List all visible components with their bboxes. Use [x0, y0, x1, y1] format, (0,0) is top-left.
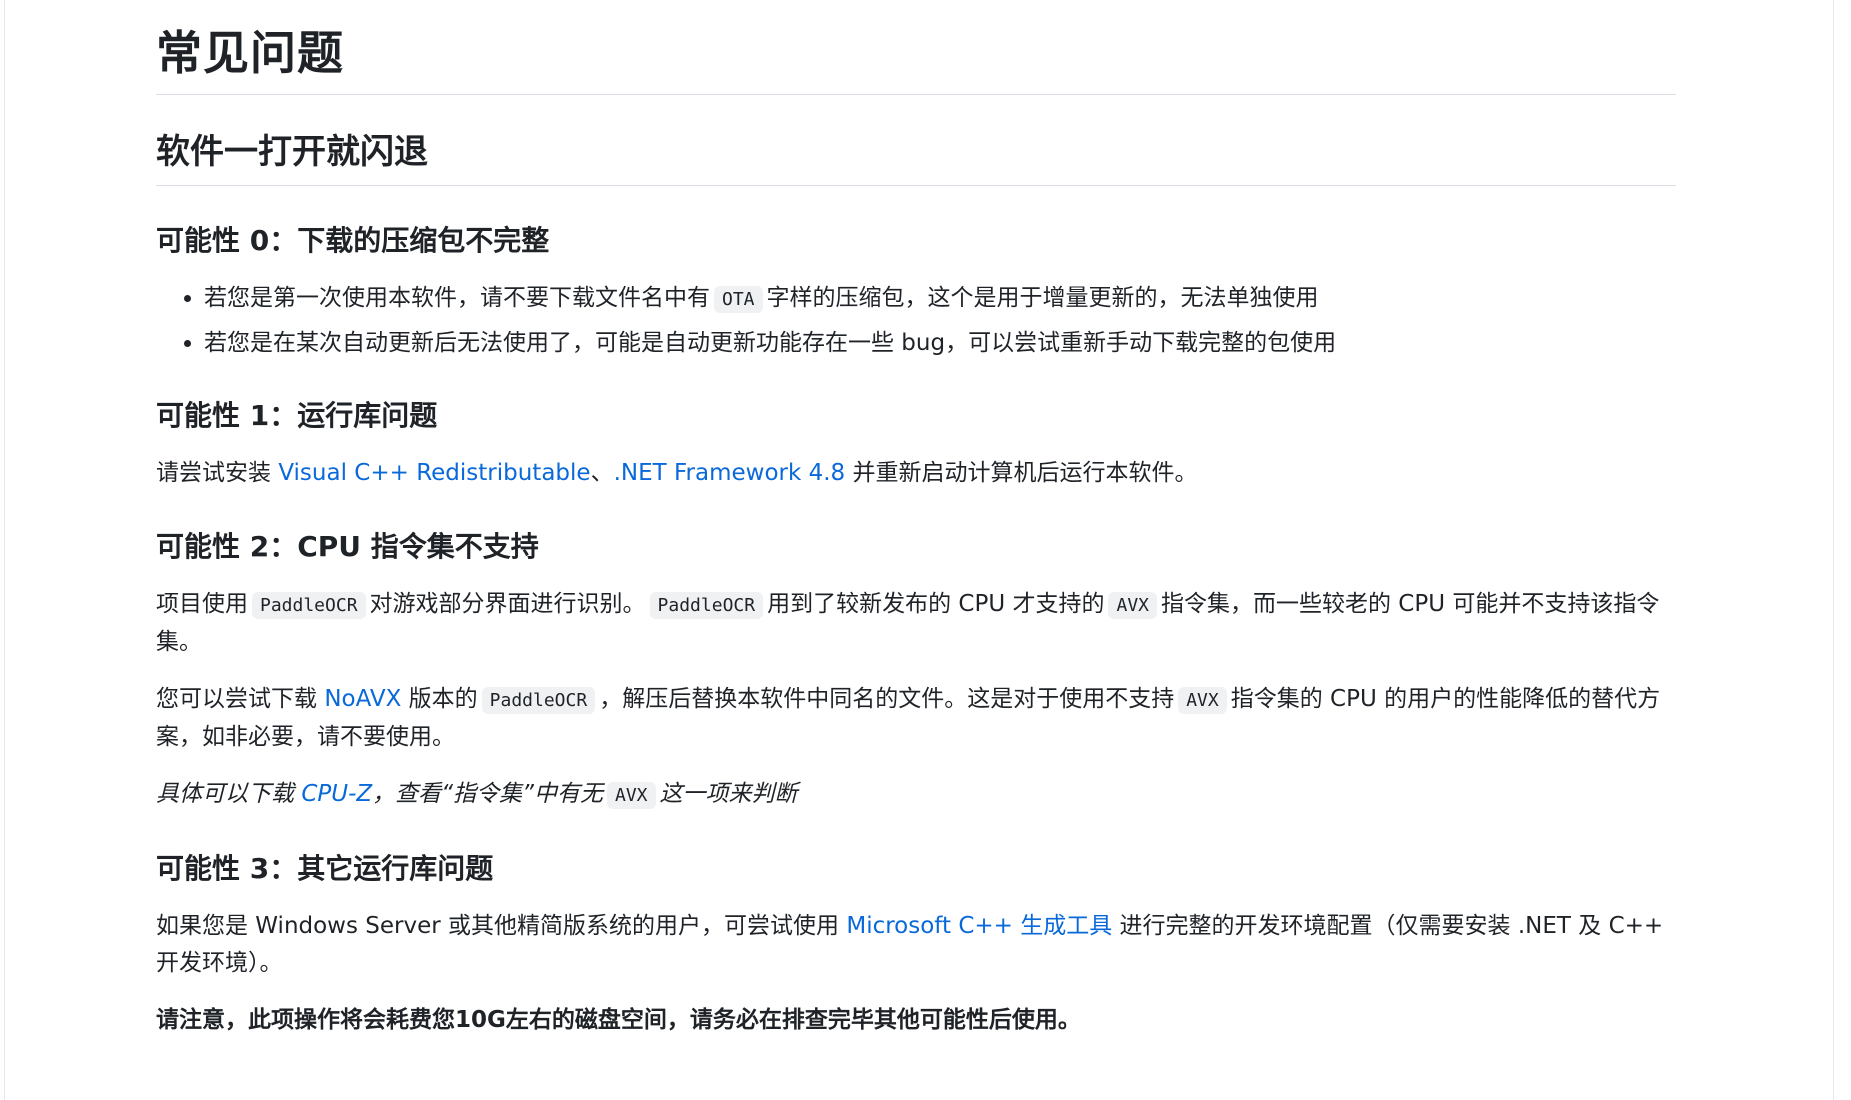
- possibility-2-note: 具体可以下载 CPU-Z，查看“指令集”中有无 AVX 这一项来判断: [156, 781, 798, 809]
- heading-possibility-0: 可能性 0：下载的压缩包不完整: [156, 224, 550, 257]
- heading-possibility-3: 可能性 3：其它运行库问题: [156, 852, 494, 885]
- inline-code: PaddleOCR: [649, 592, 764, 619]
- inline-code: AVX: [1108, 592, 1157, 619]
- visual-cpp-redist-link[interactable]: Visual C++ Redistributable: [278, 460, 590, 486]
- possibility-2-text-a: 项目使用 PaddleOCR 对游戏部分界面进行识别。 PaddleOCR 用到了较新发…: [156, 591, 1660, 655]
- msvc-build-tools-link[interactable]: Microsoft C++ 生成工具: [846, 913, 1112, 939]
- cpu-z-link[interactable]: CPU-Z: [301, 781, 372, 807]
- dotnet-framework-link[interactable]: .NET Framework 4.8: [614, 460, 846, 486]
- section-title-crash: 软件一打开就闪退: [156, 129, 1676, 186]
- list-item: 若您是在某次自动更新后无法使用了，可能是自动更新功能存在一些 bug，可以尝试重…: [204, 325, 1676, 361]
- possibility-3-text: 如果您是 Windows Server 或其他精简版系统的用户，可尝试使用 Mi…: [156, 913, 1664, 976]
- inline-code: PaddleOCR: [252, 592, 366, 619]
- inline-code: AVX: [1178, 687, 1227, 714]
- disk-space-warning: 请注意，此项操作将会耗费您10G左右的磁盘空间，请务必在排查完毕其他可能性后使用…: [156, 1007, 1081, 1033]
- faq-article: 常见问题 软件一打开就闪退 可能性 0：下载的压缩包不完整 若您是第一次使用本软…: [156, 0, 1676, 1039]
- heading-possibility-1: 可能性 1：运行库问题: [156, 399, 438, 432]
- inline-code: PaddleOCR: [481, 687, 596, 714]
- page-title: 常见问题: [156, 22, 1676, 95]
- list-item: 若您是第一次使用本软件，请不要下载文件名中有OTA字样的压缩包，这个是用于增量更…: [204, 280, 1676, 318]
- possibility-1-text: 请尝试安装 Visual C++ Redistributable、.NET Fr…: [156, 460, 1198, 486]
- possibility-2-text-b: 您可以尝试下载 NoAVX 版本的 PaddleOCR ，解压后替换本软件中同名的文…: [156, 686, 1661, 750]
- inline-code: AVX: [606, 782, 656, 809]
- noavx-link[interactable]: NoAVX: [324, 686, 401, 712]
- possibility-0-list: 若您是第一次使用本软件，请不要下载文件名中有OTA字样的压缩包，这个是用于增量更…: [156, 280, 1676, 361]
- inline-code: OTA: [714, 286, 763, 313]
- heading-possibility-2: 可能性 2：CPU 指令集不支持: [156, 530, 539, 563]
